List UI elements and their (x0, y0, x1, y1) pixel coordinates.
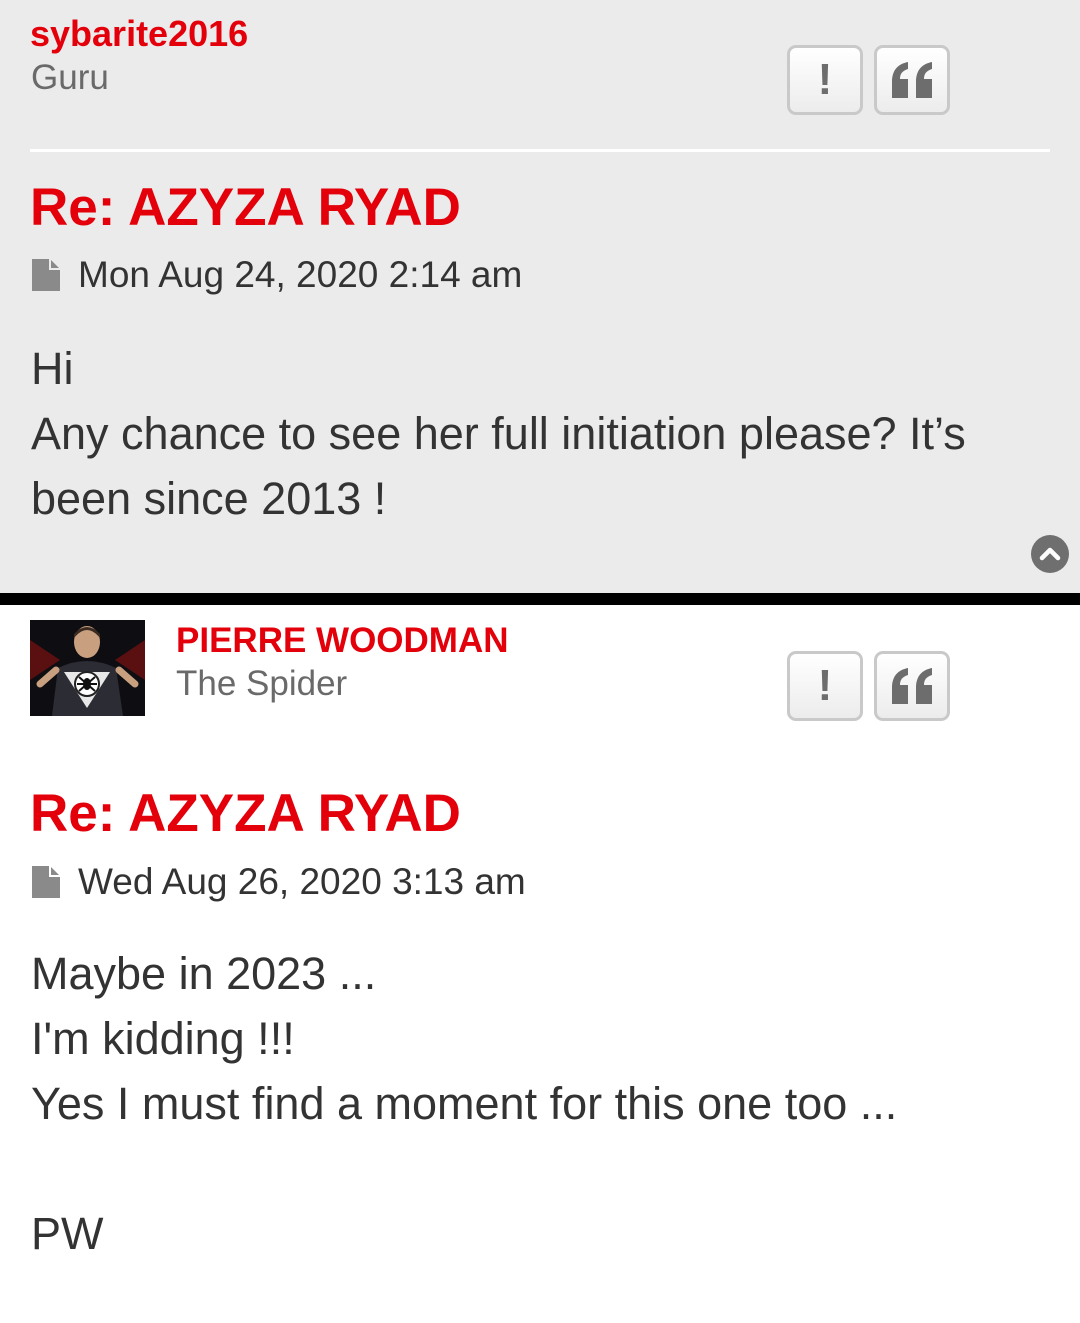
post-content: Hi Any chance to see her full initiation… (31, 336, 1051, 531)
post-date: Wed Aug 26, 2020 3:13 am (78, 861, 526, 902)
quote-icon (892, 62, 932, 98)
post-pierre-woodman: PIERRE WOODMAN The Spider ! Re: AZYZA RY… (0, 605, 1080, 1323)
quote-button[interactable] (874, 45, 950, 115)
quote-icon (892, 668, 932, 704)
document-icon[interactable] (30, 257, 62, 293)
post-author-rank: The Spider (176, 664, 348, 703)
post-content: Maybe in 2023 ... I'm kidding !!! Yes I … (31, 941, 1051, 1266)
post-title[interactable]: Re: AZYZA RYAD (30, 787, 461, 840)
content-line: PW (31, 1208, 104, 1259)
back-to-top-button[interactable] (1031, 535, 1069, 573)
post-author-rank: Guru (31, 58, 109, 97)
post-author[interactable]: sybarite2016 (30, 16, 248, 52)
content-line: Hi (31, 343, 74, 394)
post-date: Mon Aug 24, 2020 2:14 am (78, 254, 523, 295)
exclamation-icon: ! (817, 55, 833, 104)
content-line: been since 2013 ! (31, 473, 387, 524)
report-button[interactable]: ! (787, 45, 863, 115)
content-line-blank (31, 1136, 1051, 1201)
post-header-divider (30, 149, 1050, 152)
content-line: Any chance to see her full initiation pl… (31, 408, 966, 459)
avatar[interactable] (30, 620, 145, 716)
post-meta: Wed Aug 26, 2020 3:13 am (30, 863, 526, 900)
content-line: I'm kidding !!! (31, 1013, 295, 1064)
report-button[interactable]: ! (787, 651, 863, 721)
chevron-up-icon (1039, 547, 1061, 561)
post-title[interactable]: Re: AZYZA RYAD (30, 181, 461, 234)
quote-button[interactable] (874, 651, 950, 721)
post-meta: Mon Aug 24, 2020 2:14 am (30, 256, 522, 293)
exclamation-icon: ! (817, 661, 833, 710)
content-line: Yes I must find a moment for this one to… (31, 1078, 898, 1129)
document-icon[interactable] (30, 864, 62, 900)
post-author[interactable]: PIERRE WOODMAN (176, 623, 509, 658)
content-line: Maybe in 2023 ... (31, 948, 377, 999)
spider-hero-avatar (30, 620, 145, 716)
post-separator (0, 593, 1080, 605)
post-sybarite2016: sybarite2016 Guru ! Re: AZYZA RYAD Mon A… (0, 0, 1080, 593)
